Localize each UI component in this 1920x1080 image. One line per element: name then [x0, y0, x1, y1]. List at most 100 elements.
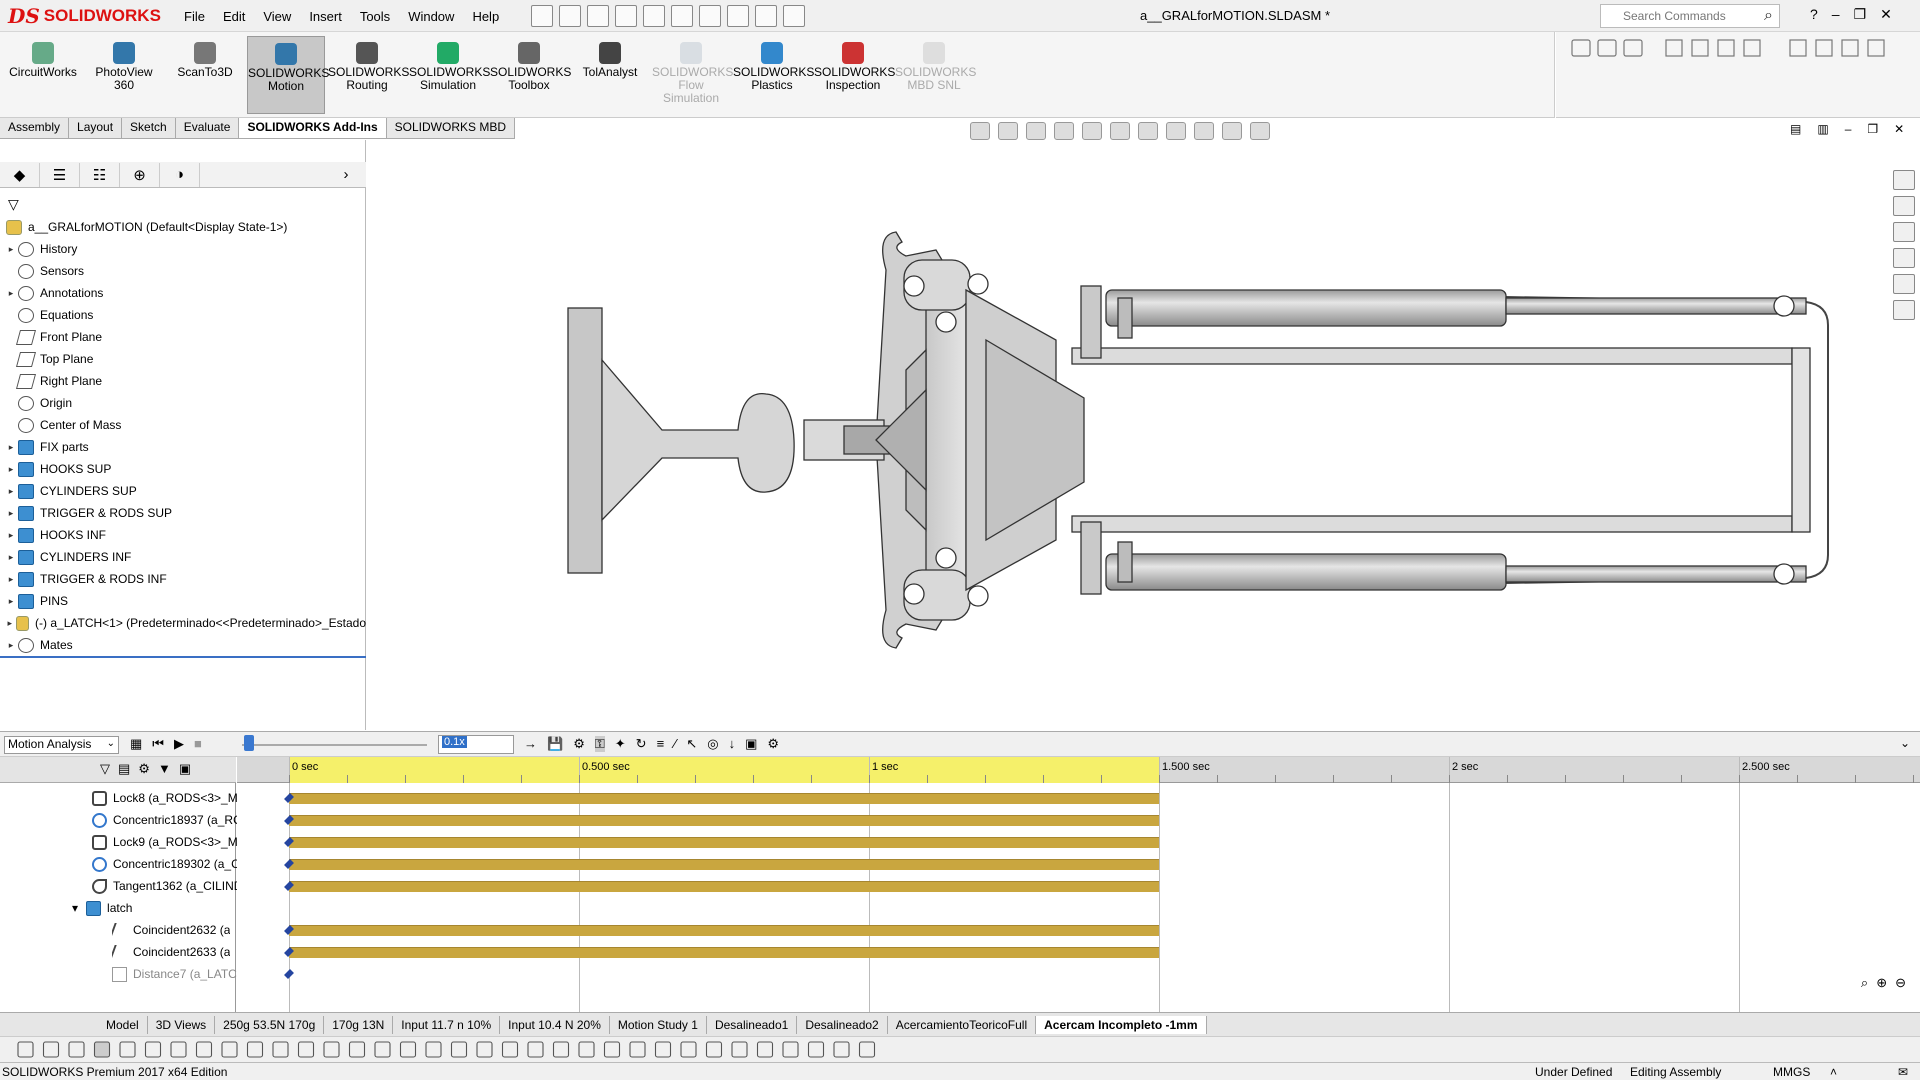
viewport-left-panel-icon[interactable]: ▤: [1790, 122, 1801, 136]
layout-icon-1[interactable]: [1665, 39, 1683, 57]
tree-item-equations[interactable]: Equations: [0, 304, 366, 326]
toolbar-item-2[interactable]: ScanTo3D: [166, 42, 244, 79]
menu-tools[interactable]: Tools: [351, 9, 399, 24]
previous-view-icon[interactable]: [1026, 122, 1046, 140]
tree-item-hooks-sup[interactable]: ▸ HOOKS SUP: [0, 458, 366, 480]
tree-item-fix-parts[interactable]: ▸ FIX parts: [0, 436, 366, 458]
study-tab-0[interactable]: Model: [98, 1015, 148, 1034]
filter-animated-icon[interactable]: ▽: [100, 761, 110, 777]
tab-solidworks-add-ins[interactable]: SOLIDWORKS Add-Ins: [239, 118, 387, 138]
selection-filter-icon-29[interactable]: [756, 1041, 774, 1058]
timeline-bar[interactable]: [289, 837, 1159, 848]
toolbar-item-5[interactable]: SOLIDWORKS Simulation: [409, 42, 490, 92]
tree-item-pins[interactable]: ▸ PINS: [0, 590, 366, 612]
tree-item-hooks-inf[interactable]: ▸ HOOKS INF: [0, 524, 366, 546]
layout-icon-3[interactable]: [1717, 39, 1735, 57]
contact-icon[interactable]: ◎: [707, 736, 718, 752]
toolbar-item-10[interactable]: SOLIDWORKS Inspection: [814, 42, 895, 92]
timeline-bar[interactable]: [289, 881, 1159, 892]
selection-filter-icon-1[interactable]: [42, 1041, 60, 1058]
expand-arrow-icon[interactable]: ▸: [4, 552, 18, 563]
tree-item-sensors[interactable]: Sensors: [0, 260, 366, 282]
autofit-icon[interactable]: ▣: [179, 761, 191, 777]
layout-icon-6[interactable]: [1815, 39, 1833, 57]
motion-row-latch[interactable]: ▾ latch: [72, 898, 132, 918]
playback-slider-track[interactable]: [242, 744, 427, 746]
motion-row-coincident2632[interactable]: Coincident2632 (a: [112, 920, 230, 940]
motion-timeline[interactable]: 0 sec 0.500 sec 1 sec 1.500 sec 2 sec 2.500 s…: [237, 757, 1920, 1012]
add-update-key-icon[interactable]: ✦: [615, 736, 626, 752]
menu-help[interactable]: Help: [463, 9, 508, 24]
study-tab-4[interactable]: Input 11.7 n 10%: [393, 1015, 501, 1034]
study-tab-5[interactable]: Input 10.4 N 20%: [500, 1015, 610, 1034]
cylinder-rods[interactable]: [1080, 285, 1807, 595]
zoom-in-timeline-icon[interactable]: ⊕: [1876, 975, 1887, 991]
zoom-to-fit-timeline-icon[interactable]: ⌕: [1861, 975, 1868, 991]
selection-filter-icon-7[interactable]: [195, 1041, 213, 1058]
layout-icon-7[interactable]: [1841, 39, 1859, 57]
central-body[interactable]: [803, 259, 1085, 621]
tab-sketch[interactable]: Sketch: [122, 118, 176, 138]
selection-filter-icon-0[interactable]: [17, 1041, 34, 1058]
save-animation-icon[interactable]: 💾: [547, 736, 563, 752]
selection-filter-icon-3[interactable]: [93, 1041, 111, 1058]
viewport-restore-icon[interactable]: ❐: [1867, 122, 1878, 136]
animation-wizard-icon[interactable]: ⚙: [573, 736, 585, 752]
toolbar-item-0[interactable]: CircuitWorks: [4, 42, 82, 79]
motor-icon[interactable]: ↻: [636, 736, 647, 752]
close-icon[interactable]: ✕: [1880, 6, 1892, 23]
select-icon[interactable]: [699, 5, 721, 27]
toolbar-item-7[interactable]: TolAnalyst: [571, 42, 649, 79]
graphics-area[interactable]: [366, 140, 1920, 730]
menu-edit[interactable]: Edit: [214, 9, 254, 24]
selection-filter-icon-28[interactable]: [731, 1041, 748, 1058]
new-document-icon[interactable]: [559, 5, 581, 27]
selection-filter-icon-25[interactable]: [654, 1041, 672, 1058]
tab-layout[interactable]: Layout: [69, 118, 123, 138]
selection-filter-icon-11[interactable]: [297, 1041, 315, 1058]
selection-filter-icon-15[interactable]: [399, 1041, 417, 1058]
selection-filter-icon-30[interactable]: [782, 1041, 799, 1058]
selection-filter-icon-10[interactable]: [272, 1041, 289, 1058]
timeline-bar[interactable]: [289, 925, 1159, 936]
configuration-manager-tab-icon[interactable]: ☷: [80, 162, 120, 187]
schedule-icon[interactable]: [1623, 39, 1643, 57]
selection-filter-icon-18[interactable]: [476, 1041, 493, 1058]
timeline-bar[interactable]: [289, 815, 1159, 826]
motion-row-lock9[interactable]: Lock9 (a_RODS<3>_M: [92, 832, 238, 852]
tree-item-top-plane[interactable]: Top Plane: [0, 348, 366, 370]
motion-row-distance7[interactable]: Distance7 (a_LATC: [112, 964, 237, 984]
timeline-bar[interactable]: [289, 947, 1159, 958]
tree-item-origin[interactable]: Origin: [0, 392, 366, 414]
hide-show-items-icon[interactable]: [1166, 122, 1186, 140]
edit-appearance-icon[interactable]: [1194, 122, 1214, 140]
undo-icon[interactable]: [671, 5, 693, 27]
menu-file[interactable]: File: [175, 9, 214, 24]
render-icon[interactable]: [1597, 39, 1617, 57]
layout-icon-5[interactable]: [1789, 39, 1807, 57]
tree-item-right-plane[interactable]: Right Plane: [0, 370, 366, 392]
selection-filter-icon-19[interactable]: [501, 1041, 519, 1058]
selection-filter-icon-9[interactable]: [246, 1041, 264, 1058]
motion-row-coincident2633[interactable]: Coincident2633 (a: [112, 942, 230, 962]
expand-arrow-icon[interactable]: ▸: [4, 640, 18, 651]
filter-selected-icon[interactable]: ⚙: [138, 761, 150, 777]
motion-row-lock8[interactable]: Lock8 (a_RODS<3>_M: [92, 788, 238, 808]
tree-item-cylinders-inf[interactable]: ▸ CYLINDERS INF: [0, 546, 366, 568]
view-orientation-icon[interactable]: [1110, 122, 1130, 140]
tree-root[interactable]: a__GRALforMOTION (Default<Display State-…: [0, 216, 366, 238]
toolbar-item-3[interactable]: SOLIDWORKS Motion: [247, 36, 329, 114]
stop-icon[interactable]: ■: [194, 736, 202, 752]
tree-item-trigger-rods-inf[interactable]: ▸ TRIGGER & RODS INF: [0, 568, 366, 590]
selection-filter-icon-21[interactable]: [552, 1041, 570, 1058]
tab-evaluate[interactable]: Evaluate: [175, 118, 240, 138]
timeline-bar[interactable]: [289, 793, 1159, 804]
selection-filter-icon-5[interactable]: [144, 1041, 162, 1058]
timeline-bar[interactable]: [289, 859, 1159, 870]
menu-view[interactable]: View: [254, 9, 300, 24]
appearances-icon[interactable]: [1893, 274, 1915, 294]
search-commands-input[interactable]: Search Commands ⌕: [1600, 4, 1780, 28]
collapse-motion-manager-icon[interactable]: ⌄: [1900, 736, 1910, 750]
help-bubble-icon[interactable]: ✉: [1898, 1065, 1908, 1079]
filter-icon[interactable]: ▽: [8, 196, 19, 213]
